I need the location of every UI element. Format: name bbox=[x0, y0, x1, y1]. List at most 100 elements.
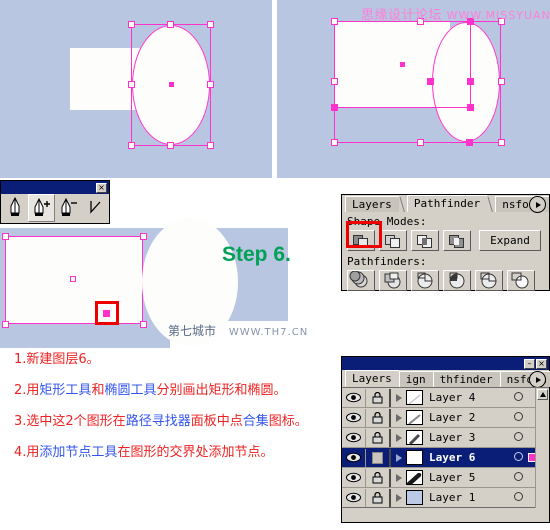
tab-pathfinder[interactable]: Pathfinder bbox=[406, 195, 488, 212]
anchor-point-corner[interactable] bbox=[331, 104, 338, 111]
minimize-icon[interactable]: – bbox=[524, 358, 535, 369]
s6-center-point bbox=[70, 276, 76, 282]
layers-tabstrip: Layers ign thfinder nsform bbox=[342, 370, 550, 388]
close-icon[interactable]: × bbox=[536, 358, 547, 369]
lock-toggle[interactable] bbox=[366, 388, 391, 407]
tab-layers[interactable]: Layers bbox=[345, 196, 399, 212]
anchor-point-left[interactable] bbox=[427, 78, 434, 85]
target-indicator[interactable] bbox=[514, 452, 523, 461]
layers-titlebar[interactable]: – × bbox=[342, 357, 549, 370]
handle-middle-right[interactable] bbox=[207, 81, 214, 88]
tab-pathfinder[interactable]: thfinder bbox=[432, 371, 500, 387]
table-row[interactable]: Layer 4 bbox=[342, 388, 549, 408]
anchor-point-mid[interactable] bbox=[467, 78, 474, 85]
m-handle-middle-right[interactable] bbox=[498, 78, 505, 85]
layer-name: Layer 6 bbox=[429, 451, 476, 464]
target-indicator[interactable] bbox=[514, 412, 523, 421]
watermark-top-url: WWW.MISSYUAN.COM bbox=[446, 9, 550, 22]
expand-triangle-icon[interactable] bbox=[396, 453, 402, 462]
handle-top-left[interactable] bbox=[128, 21, 135, 28]
m-handle-middle-left[interactable] bbox=[331, 78, 338, 85]
exclude-overlapping-shape-areas-button[interactable] bbox=[443, 230, 471, 251]
handle-bottom-center[interactable] bbox=[167, 142, 174, 149]
table-row[interactable]: Layer 6 bbox=[342, 448, 549, 468]
s6-handle-top-right[interactable] bbox=[140, 233, 147, 240]
pathfinder-tabstrip: Layers Pathfinder nsform bbox=[342, 195, 549, 213]
s6-handle-bottom-left[interactable] bbox=[2, 321, 9, 328]
flyout-tool-row bbox=[1, 194, 109, 223]
layers-panel-menu-icon[interactable] bbox=[529, 371, 546, 388]
handle-top-center[interactable] bbox=[167, 21, 174, 28]
merge-button[interactable] bbox=[411, 270, 439, 291]
target-indicator[interactable] bbox=[514, 472, 523, 481]
path-segment-vertical bbox=[470, 22, 471, 108]
merged-selection-bounding-box[interactable] bbox=[334, 21, 501, 143]
tab-layers[interactable]: Layers bbox=[345, 370, 399, 387]
visibility-toggle[interactable] bbox=[342, 448, 366, 467]
target-indicator[interactable] bbox=[514, 392, 523, 401]
handle-bottom-right[interactable] bbox=[207, 142, 214, 149]
tab-align[interactable]: ign bbox=[398, 371, 433, 387]
panel-menu-icon[interactable] bbox=[529, 196, 546, 213]
layer-thumbnail bbox=[406, 450, 423, 465]
s6-handle-bottom-right[interactable] bbox=[140, 321, 147, 328]
visibility-toggle[interactable] bbox=[342, 388, 366, 407]
delete-anchor-point-tool-icon[interactable] bbox=[55, 194, 82, 222]
minus-back-button[interactable] bbox=[507, 270, 535, 291]
lock-toggle[interactable] bbox=[366, 448, 391, 467]
table-row[interactable]: Layer 3 bbox=[342, 428, 549, 448]
lock-toggle[interactable] bbox=[366, 408, 391, 427]
layers-scrollbar[interactable] bbox=[535, 388, 549, 508]
pen-tool-flyout: × bbox=[0, 180, 110, 224]
crop-button[interactable] bbox=[443, 270, 471, 291]
anchor-point-junction[interactable] bbox=[467, 104, 474, 111]
visibility-toggle[interactable] bbox=[342, 488, 366, 507]
close-icon[interactable]: × bbox=[96, 182, 107, 193]
expand-triangle-icon[interactable] bbox=[396, 433, 402, 442]
trim-button[interactable] bbox=[379, 270, 407, 291]
lock-toggle[interactable] bbox=[366, 488, 391, 507]
instruction-1: 1.新建图层6。 bbox=[14, 352, 100, 367]
list-item: 4.用添加节点工具在图形的交界处添加节点。 bbox=[14, 445, 344, 460]
convert-anchor-point-tool-icon[interactable] bbox=[82, 194, 109, 222]
pathfinders-row bbox=[347, 270, 545, 291]
visibility-toggle[interactable] bbox=[342, 468, 366, 487]
table-row[interactable]: Layer 2 bbox=[342, 408, 549, 428]
expand-triangle-icon[interactable] bbox=[396, 473, 402, 482]
outline-button[interactable] bbox=[475, 270, 503, 291]
m-handle-bottom-center[interactable] bbox=[417, 139, 424, 146]
s6-handle-top-left[interactable] bbox=[2, 233, 9, 240]
m-handle-bottom-right[interactable] bbox=[498, 139, 505, 146]
expand-triangle-icon[interactable] bbox=[396, 413, 402, 422]
list-item: 3.选中这2个图形在路径寻找器面板中点合集图标。 bbox=[14, 414, 344, 429]
add-anchor-point-tool-icon[interactable] bbox=[28, 194, 55, 222]
lock-toggle[interactable] bbox=[366, 468, 391, 487]
visibility-toggle[interactable] bbox=[342, 428, 366, 447]
lock-toggle[interactable] bbox=[366, 428, 391, 447]
m-handle-bottom-left[interactable] bbox=[331, 139, 338, 146]
pen-tool-icon[interactable] bbox=[1, 194, 28, 222]
layer-name: Layer 2 bbox=[429, 411, 476, 424]
m-handle-top-left[interactable] bbox=[331, 18, 338, 25]
path-segment-horizontal bbox=[334, 107, 471, 108]
subtract-from-shape-area-button[interactable] bbox=[379, 230, 407, 251]
scroll-up-arrow-icon[interactable] bbox=[537, 389, 548, 400]
table-row[interactable]: Layer 5 bbox=[342, 468, 549, 488]
target-indicator[interactable] bbox=[514, 432, 523, 441]
target-indicator[interactable] bbox=[514, 492, 523, 501]
handle-middle-left[interactable] bbox=[128, 81, 135, 88]
expand-triangle-icon[interactable] bbox=[396, 493, 402, 502]
list-item: 2.用矩形工具和椭圆工具分别画出矩形和椭圆。 bbox=[14, 383, 344, 398]
expand-triangle-icon[interactable] bbox=[396, 393, 402, 402]
visibility-toggle[interactable] bbox=[342, 408, 366, 427]
expand-button[interactable]: Expand bbox=[479, 230, 541, 251]
flyout-titlebar[interactable]: × bbox=[1, 181, 109, 194]
intersect-shape-areas-button[interactable] bbox=[411, 230, 439, 251]
anchor-point-bottom[interactable] bbox=[466, 139, 473, 146]
handle-top-right[interactable] bbox=[207, 21, 214, 28]
handle-bottom-left[interactable] bbox=[128, 142, 135, 149]
table-row[interactable]: Layer 1 bbox=[342, 488, 549, 508]
divide-button[interactable] bbox=[347, 270, 375, 291]
instruction-4: 4.用添加节点工具在图形的交界处添加节点。 bbox=[14, 445, 274, 460]
layer-name: Layer 5 bbox=[429, 471, 476, 484]
